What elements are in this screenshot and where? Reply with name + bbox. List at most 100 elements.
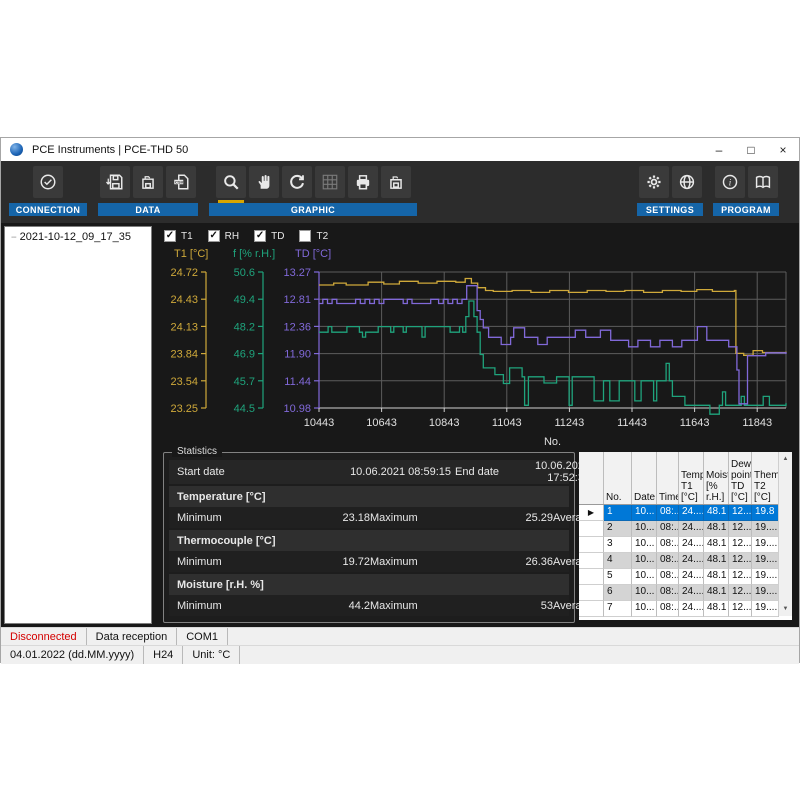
series-checkbox-td[interactable]: ✓TD bbox=[254, 230, 284, 242]
table-cell[interactable]: 48.1 bbox=[704, 521, 729, 537]
table-cell[interactable]: 1 bbox=[604, 505, 632, 521]
table-cell[interactable]: 12.... bbox=[729, 585, 752, 601]
table-cell[interactable]: 10... bbox=[632, 505, 657, 521]
series-checkbox-rh[interactable]: ✓RH bbox=[208, 230, 239, 242]
table-cell[interactable]: 24.... bbox=[679, 537, 704, 553]
table-cell[interactable]: 24.... bbox=[679, 569, 704, 585]
table-cell[interactable]: 2 bbox=[604, 521, 632, 537]
table-cell[interactable]: 10... bbox=[632, 553, 657, 569]
table-cell[interactable]: 10... bbox=[632, 537, 657, 553]
table-cell[interactable]: 48.1 bbox=[704, 601, 729, 617]
reset-view-button[interactable] bbox=[282, 166, 312, 198]
table-cell[interactable]: 24.... bbox=[679, 521, 704, 537]
table-cell[interactable]: 48.1 bbox=[704, 585, 729, 601]
table-row[interactable]: 210...08:...24....48.112....19.... bbox=[579, 521, 792, 537]
table-cell[interactable]: 19.... bbox=[752, 585, 779, 601]
row-header-cell[interactable] bbox=[579, 537, 604, 553]
table-header-cell[interactable]: Moist [% r.H.] bbox=[704, 452, 729, 504]
save-data-button[interactable] bbox=[133, 166, 163, 198]
connect-button[interactable] bbox=[33, 166, 63, 198]
table-cell[interactable]: 24.... bbox=[679, 505, 704, 521]
table-cell[interactable]: 12.... bbox=[729, 601, 752, 617]
print-button[interactable] bbox=[348, 166, 378, 198]
table-header-cell[interactable] bbox=[579, 452, 604, 504]
table-cell[interactable]: 12.... bbox=[729, 553, 752, 569]
table-cell[interactable]: 10... bbox=[632, 569, 657, 585]
zoom-button[interactable] bbox=[216, 166, 246, 198]
table-cell[interactable]: 48.1 bbox=[704, 537, 729, 553]
table-cell[interactable]: 48.1 bbox=[704, 505, 729, 521]
table-cell[interactable]: 12.... bbox=[729, 569, 752, 585]
table-header-cell[interactable]: Date bbox=[632, 452, 657, 504]
grid-button[interactable] bbox=[315, 166, 345, 198]
table-cell[interactable]: 48.1 bbox=[704, 569, 729, 585]
row-header-cell[interactable] bbox=[579, 521, 604, 537]
save-graphic-button[interactable] bbox=[381, 166, 411, 198]
table-cell[interactable]: 08:... bbox=[657, 521, 679, 537]
unchecked-checkbox-icon[interactable] bbox=[299, 230, 311, 242]
minimize-button[interactable]: – bbox=[703, 138, 735, 161]
table-cell[interactable]: 6 bbox=[604, 585, 632, 601]
table-cell[interactable]: 19.... bbox=[752, 569, 779, 585]
maximize-button[interactable]: □ bbox=[735, 138, 767, 161]
table-cell[interactable]: 08:... bbox=[657, 553, 679, 569]
table-cell[interactable]: 19.... bbox=[752, 537, 779, 553]
series-checkbox-t1[interactable]: ✓T1 bbox=[164, 230, 193, 242]
table-cell[interactable]: 08:... bbox=[657, 569, 679, 585]
measurement-table[interactable]: No.DateTimeTemp T1 [°C]Moist [% r.H.]Dew… bbox=[579, 452, 792, 620]
table-row[interactable]: 410...08:...24....48.112....19.... bbox=[579, 553, 792, 569]
table-cell[interactable]: 24.... bbox=[679, 553, 704, 569]
table-cell[interactable]: 12.... bbox=[729, 537, 752, 553]
tree-item-log[interactable]: --2021-10-12_09_17_35 bbox=[5, 227, 151, 243]
table-row[interactable]: 610...08:...24....48.112....19.... bbox=[579, 585, 792, 601]
table-cell[interactable]: 10... bbox=[632, 601, 657, 617]
manual-button[interactable] bbox=[748, 166, 778, 198]
close-button[interactable]: × bbox=[767, 138, 799, 161]
table-cell[interactable]: 12.... bbox=[729, 521, 752, 537]
row-header-cell[interactable] bbox=[579, 553, 604, 569]
language-button[interactable] bbox=[672, 166, 702, 198]
table-header-cell[interactable]: Time bbox=[657, 452, 679, 504]
table-cell[interactable]: 08:... bbox=[657, 505, 679, 521]
checked-checkbox-icon[interactable]: ✓ bbox=[208, 230, 220, 242]
table-cell[interactable]: 19.... bbox=[752, 521, 779, 537]
table-cell[interactable]: 19.8 bbox=[752, 505, 779, 521]
table-row[interactable]: ▶110...08:...24....48.112....19.8 bbox=[579, 505, 792, 521]
table-cell[interactable]: 08:... bbox=[657, 537, 679, 553]
pan-button[interactable] bbox=[249, 166, 279, 198]
import-data-button[interactable] bbox=[100, 166, 130, 198]
table-header-cell[interactable]: Dew point TD [°C] bbox=[729, 452, 752, 504]
scroll-up-icon[interactable]: ▲ bbox=[779, 452, 792, 466]
row-marker-icon[interactable]: ▶ bbox=[579, 505, 604, 521]
checked-checkbox-icon[interactable]: ✓ bbox=[164, 230, 176, 242]
table-cell[interactable]: 10... bbox=[632, 585, 657, 601]
row-header-cell[interactable] bbox=[579, 569, 604, 585]
log-tree-panel[interactable]: --2021-10-12_09_17_35 bbox=[4, 226, 152, 624]
table-header-cell[interactable]: Them T2 [°C] bbox=[752, 452, 779, 504]
table-scrollbar[interactable]: ▲▼ bbox=[778, 452, 792, 616]
table-row[interactable]: 310...08:...24....48.112....19.... bbox=[579, 537, 792, 553]
export-csv-button[interactable]: CSV bbox=[166, 166, 196, 198]
table-cell[interactable]: 19.... bbox=[752, 601, 779, 617]
table-cell[interactable]: 24.... bbox=[679, 601, 704, 617]
table-cell[interactable]: 5 bbox=[604, 569, 632, 585]
table-cell[interactable]: 19.... bbox=[752, 553, 779, 569]
table-cell[interactable]: 08:... bbox=[657, 601, 679, 617]
row-header-cell[interactable] bbox=[579, 601, 604, 617]
table-cell[interactable]: 3 bbox=[604, 537, 632, 553]
table-cell[interactable]: 48.1 bbox=[704, 553, 729, 569]
table-header-cell[interactable]: No. bbox=[604, 452, 632, 504]
table-cell[interactable]: 08:... bbox=[657, 585, 679, 601]
settings-button[interactable] bbox=[639, 166, 669, 198]
table-row[interactable]: 510...08:...24....48.112....19.... bbox=[579, 569, 792, 585]
scroll-down-icon[interactable]: ▼ bbox=[779, 602, 792, 616]
series-checkbox-t2[interactable]: T2 bbox=[299, 230, 328, 242]
table-cell[interactable]: 7 bbox=[604, 601, 632, 617]
table-cell[interactable]: 24.... bbox=[679, 585, 704, 601]
table-cell[interactable]: 12.... bbox=[729, 505, 752, 521]
table-header-cell[interactable]: Temp T1 [°C] bbox=[679, 452, 704, 504]
about-button[interactable]: i bbox=[715, 166, 745, 198]
table-row[interactable]: 710...08:...24....48.112....19.... bbox=[579, 601, 792, 617]
row-header-cell[interactable] bbox=[579, 585, 604, 601]
checked-checkbox-icon[interactable]: ✓ bbox=[254, 230, 266, 242]
